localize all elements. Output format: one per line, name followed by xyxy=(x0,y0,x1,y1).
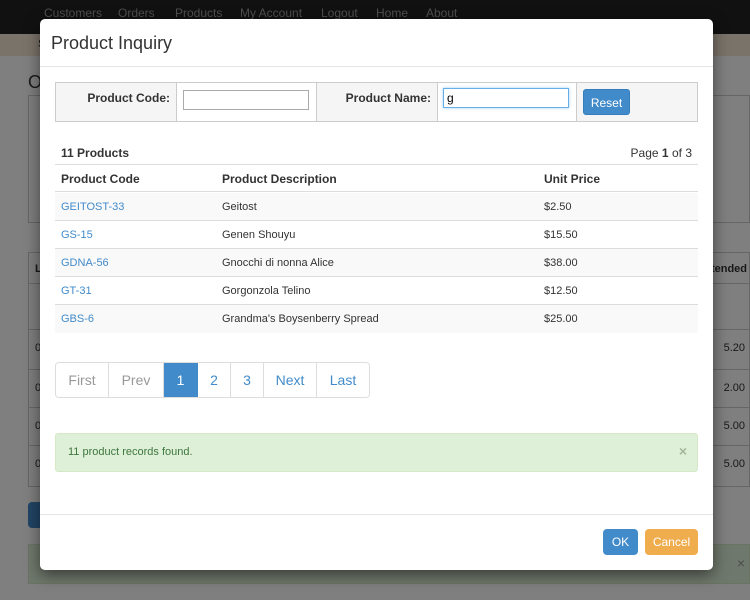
header-product-code[interactable]: Product Code xyxy=(61,172,140,186)
alert-message: 11 product records found. xyxy=(68,446,193,458)
page-prev-button[interactable]: Prev xyxy=(109,363,164,397)
page-1-button[interactable]: 1 xyxy=(164,363,198,397)
divider xyxy=(576,83,577,121)
product-name-cell xyxy=(438,83,576,121)
product-code-link[interactable]: GS-15 xyxy=(61,229,93,241)
product-code-input[interactable] xyxy=(183,90,309,110)
page-prefix: Page xyxy=(630,146,659,160)
product-description: Gnocchi di nonna Alice xyxy=(222,257,334,269)
product-code-link[interactable]: GBS-6 xyxy=(61,313,94,325)
reset-button[interactable]: Reset xyxy=(583,89,630,115)
cancel-button[interactable]: Cancel xyxy=(645,529,698,555)
product-inquiry-modal: Product Inquiry Product Code: Product Na… xyxy=(40,19,713,570)
table-row[interactable]: GS-15 Genen Shouyu $15.50 xyxy=(55,221,698,249)
product-code-link[interactable]: GT-31 xyxy=(61,285,92,297)
table-row[interactable]: GBS-6 Grandma's Boysenberry Spread $25.0… xyxy=(55,305,698,333)
product-code-link[interactable]: GDNA-56 xyxy=(61,257,109,269)
product-description: Gorgonzola Telino xyxy=(222,285,311,297)
product-description: Genen Shouyu xyxy=(222,229,296,241)
modal-footer: OK Cancel xyxy=(40,514,713,570)
page-total: 3 xyxy=(685,146,692,160)
unit-price: $12.50 xyxy=(544,285,578,297)
product-name-input[interactable] xyxy=(443,88,569,108)
page-first-button[interactable]: First xyxy=(56,363,109,397)
page-next-button[interactable]: Next xyxy=(264,363,317,397)
page-3-button[interactable]: 3 xyxy=(231,363,264,397)
product-code-link[interactable]: GEITOST-33 xyxy=(61,201,124,213)
unit-price: $2.50 xyxy=(544,201,572,213)
page-2-button[interactable]: 2 xyxy=(198,363,231,397)
page-of: of xyxy=(671,146,682,160)
unit-price: $15.50 xyxy=(544,229,578,241)
product-name-label: Product Name: xyxy=(345,91,431,105)
success-alert: 11 product records found. × xyxy=(55,433,698,472)
modal-title: Product Inquiry xyxy=(51,33,173,53)
unit-price: $38.00 xyxy=(544,257,578,269)
results-summary: 11 Products Page 1 of 3 xyxy=(55,144,698,164)
ok-button[interactable]: OK xyxy=(603,529,638,555)
page-current: 1 xyxy=(661,146,669,160)
modal-header: Product Inquiry xyxy=(40,19,713,67)
header-product-description[interactable]: Product Description xyxy=(222,172,337,186)
table-row[interactable]: GEITOST-33 Geitost $2.50 xyxy=(55,193,698,221)
close-icon[interactable]: × xyxy=(679,443,687,459)
product-code-label: Product Code: xyxy=(87,91,170,105)
product-code-cell xyxy=(177,83,316,121)
product-description: Geitost xyxy=(222,201,257,213)
search-form: Product Code: Product Name: Reset xyxy=(55,82,698,122)
page-indicator: Page 1 of 3 xyxy=(631,146,692,160)
unit-price: $25.00 xyxy=(544,313,578,325)
table-row[interactable]: GT-31 Gorgonzola Telino $12.50 xyxy=(55,277,698,305)
product-description: Grandma's Boysenberry Spread xyxy=(222,313,379,325)
pagination: First Prev 1 2 3 Next Last xyxy=(55,362,370,398)
table-header: Product Code Product Description Unit Pr… xyxy=(55,164,698,192)
header-unit-price[interactable]: Unit Price xyxy=(544,172,600,186)
table-row[interactable]: GDNA-56 Gnocchi di nonna Alice $38.00 xyxy=(55,249,698,277)
product-count: 11 Products xyxy=(61,146,130,160)
page-last-button[interactable]: Last xyxy=(317,363,369,397)
